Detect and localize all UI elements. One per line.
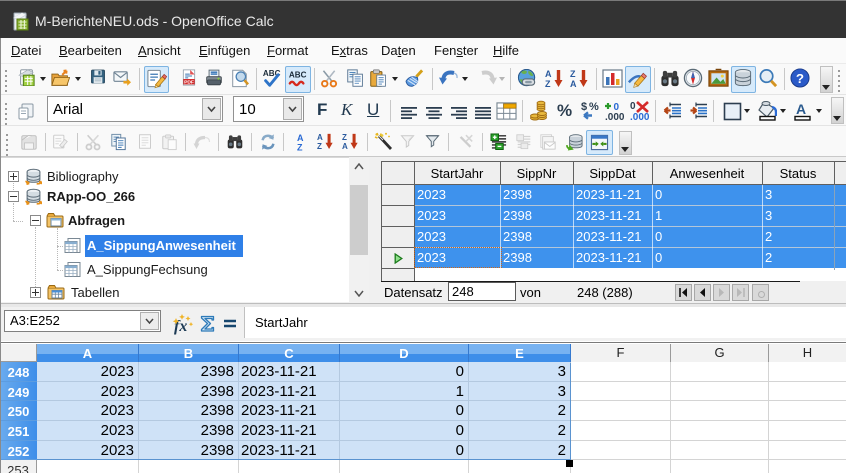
svg-text:Z: Z (570, 69, 576, 79)
svg-text:0: 0 (630, 101, 636, 112)
svg-text:Z: Z (317, 142, 322, 150)
svg-text:A: A (317, 133, 323, 142)
svg-text:A: A (297, 133, 304, 143)
svg-text:.000: .000 (630, 112, 650, 121)
svg-text:Z: Z (545, 79, 551, 88)
svg-text:.000: .000 (605, 112, 625, 121)
svg-text:%: % (557, 101, 572, 120)
svg-text:PDF: PDF (184, 79, 194, 85)
svg-text:A: A (570, 79, 577, 88)
svg-text:A: A (342, 142, 348, 150)
svg-text:ABC: ABC (289, 71, 307, 80)
svg-text:Z: Z (342, 133, 347, 142)
svg-text:$: $ (581, 101, 587, 113)
svg-text:A: A (545, 69, 552, 79)
svg-text:A: A (796, 101, 806, 117)
svg-text:?: ? (796, 71, 804, 86)
svg-text:%: % (589, 101, 599, 113)
svg-text:Z: Z (297, 143, 303, 152)
